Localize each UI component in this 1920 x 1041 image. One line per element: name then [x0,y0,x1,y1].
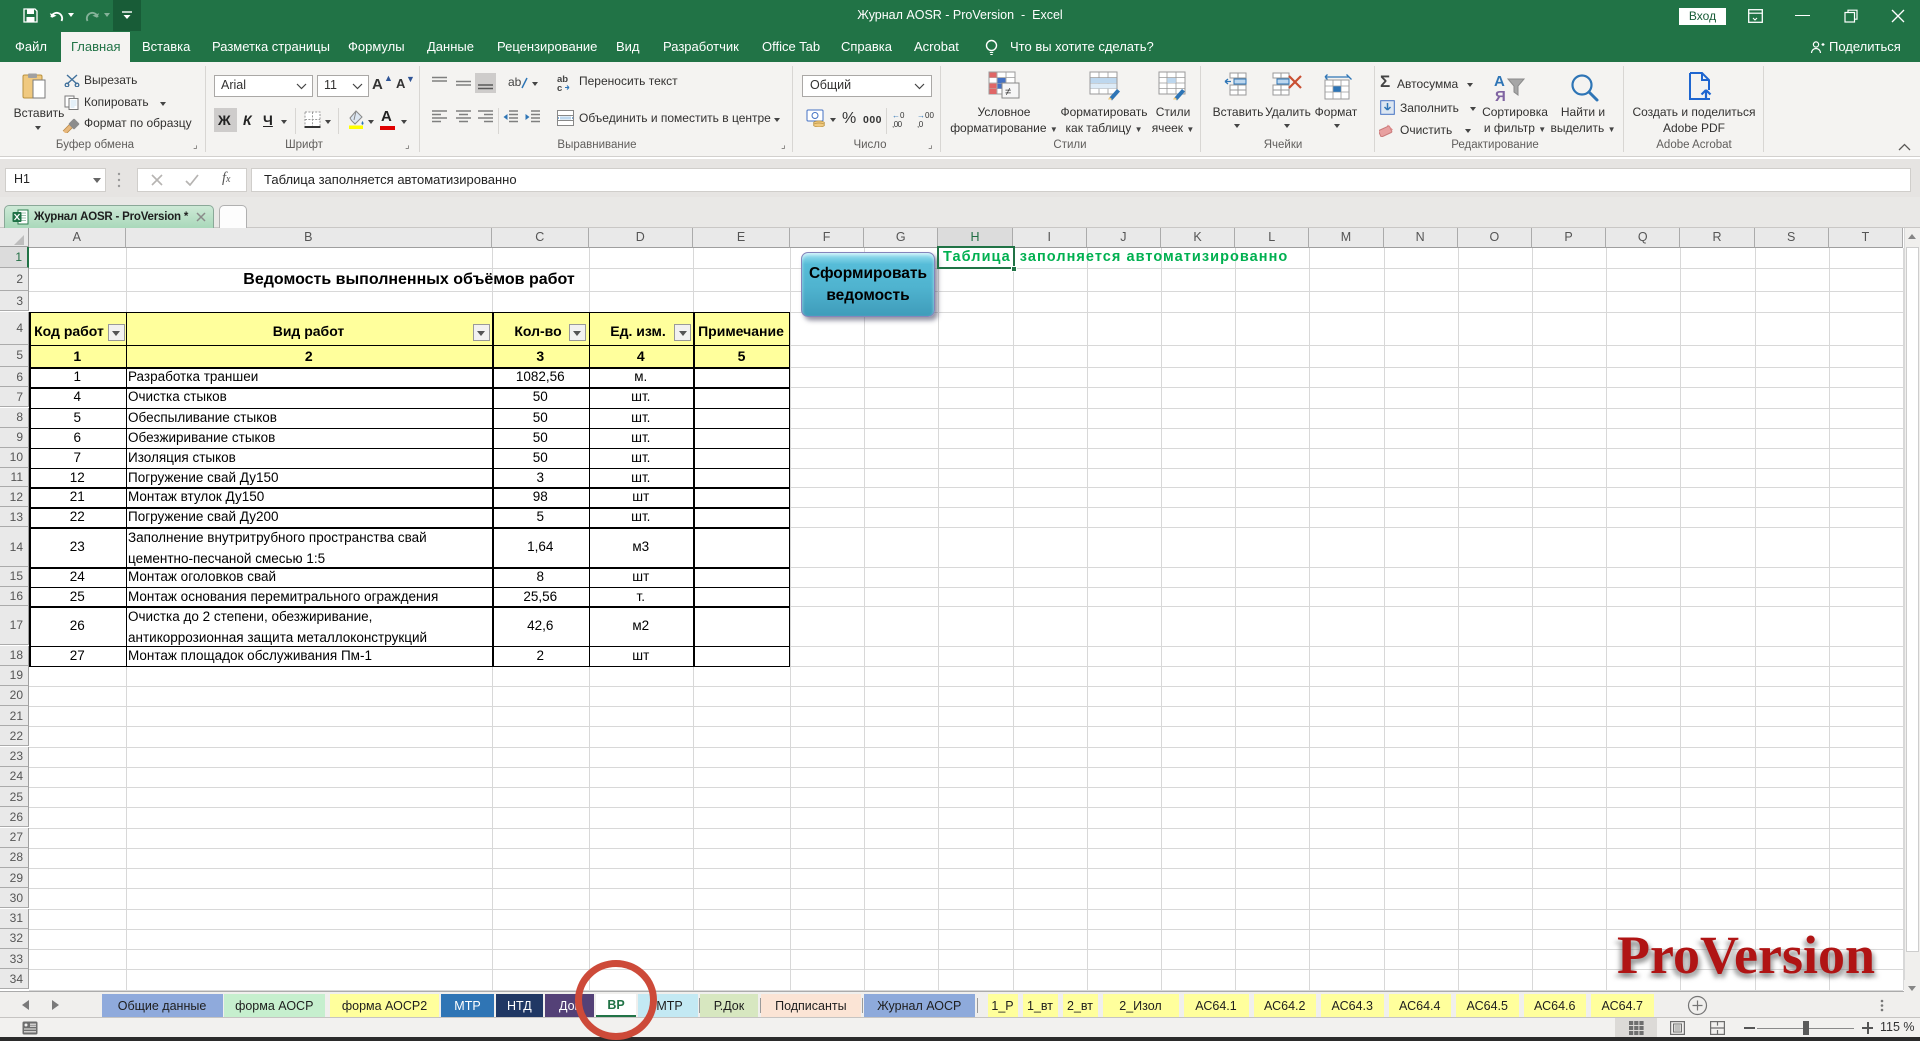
svg-text:ab: ab [508,75,522,89]
svg-text:≠: ≠ [1005,86,1011,98]
svg-text:Я: Я [1495,88,1506,105]
svg-text:c: c [557,83,562,92]
